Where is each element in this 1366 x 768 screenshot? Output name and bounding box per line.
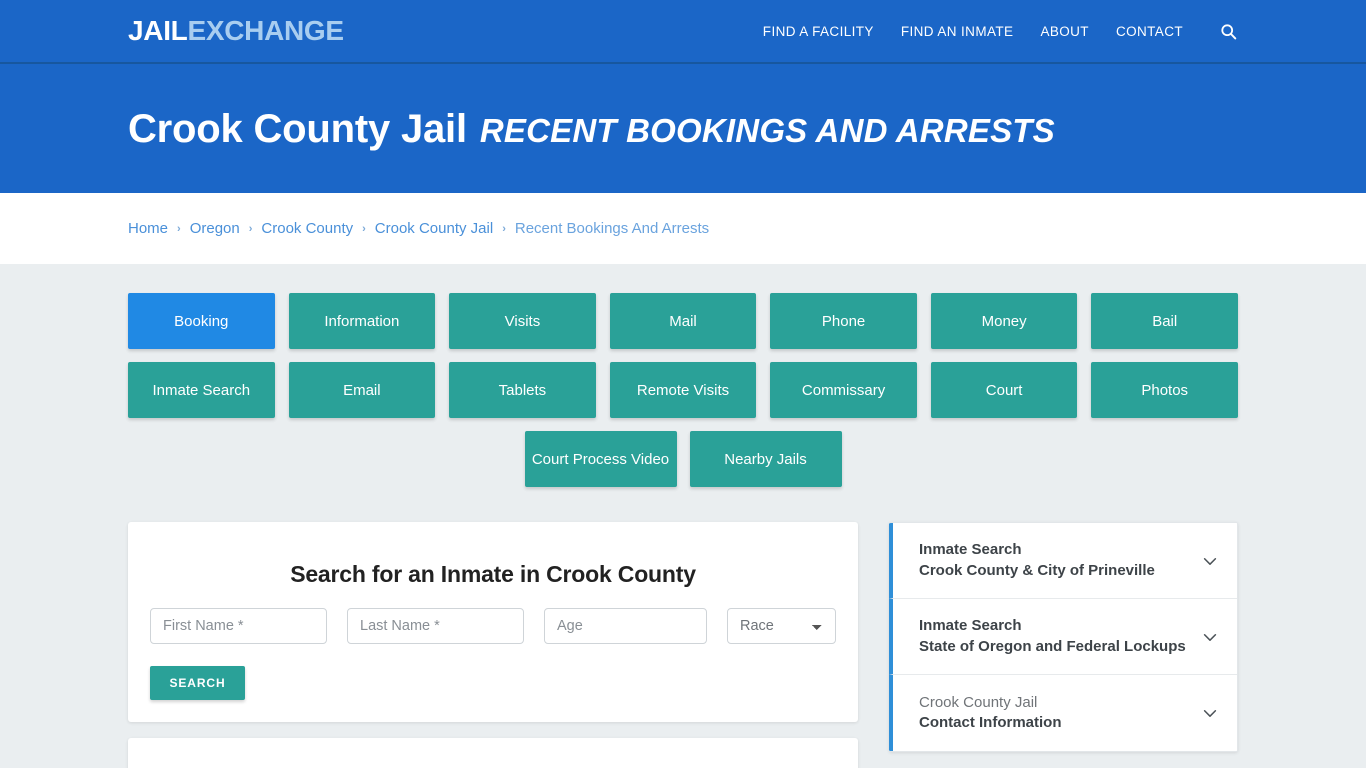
race-select[interactable]: Race [727,608,836,644]
accordion-item-line1: Inmate Search [919,541,1022,559]
breadcrumb-separator-icon: › [177,222,181,235]
tab-mail[interactable]: Mail [609,293,757,349]
accordion-item-contact-information[interactable]: Crook County Jail Contact Information [889,675,1237,751]
tab-money[interactable]: Money [930,293,1078,349]
accordion-item-line2: Crook County & City of Prineville [919,561,1155,579]
facility-section-tabs: Booking Information Visits Mail Phone Mo… [128,264,1238,418]
accordion-item-line2: Contact Information [919,714,1062,731]
chevron-down-icon[interactable] [1201,552,1219,570]
page-body: Booking Information Visits Mail Phone Mo… [0,264,1366,768]
sidebar-column: Inmate Search Crook County & City of Pri… [889,522,1238,752]
facility-section-tabs-row3: Court Process Video Nearby Jails [128,431,1238,487]
tab-court-process-video[interactable]: Court Process Video [524,431,677,487]
first-name-input[interactable] [150,608,327,644]
inmate-search-fields: Race [150,608,836,644]
page-title: Crook County Jail [128,106,467,151]
inmate-search-panel: Search for an Inmate in Crook County Rac… [128,522,858,722]
breadcrumb-separator-icon: › [362,222,366,235]
page-hero: Crook County Jail RECENT BOOKINGS AND AR… [0,64,1366,193]
breadcrumb-separator-icon: › [502,222,506,235]
breadcrumb-item-home[interactable]: Home [128,220,168,237]
tab-photos[interactable]: Photos [1091,362,1238,418]
breadcrumb-item-crook-county[interactable]: Crook County [261,220,353,237]
page-subtitle: RECENT BOOKINGS AND ARRESTS [479,111,1055,149]
breadcrumb-item-crook-county-jail[interactable]: Crook County Jail [375,220,493,237]
tab-court[interactable]: Court [930,362,1078,418]
nav-item-find-a-facility[interactable]: FIND A FACILITY [763,24,874,39]
site-logo[interactable]: JAILEXCHANGE [128,17,344,45]
breadcrumb-item-recent-bookings-and-arrests[interactable]: Recent Bookings And Arrests [515,220,709,237]
accordion-item-line1: Inmate Search [919,617,1022,635]
tab-commissary[interactable]: Commissary [770,362,917,418]
accordion-item-inmate-search-county[interactable]: Inmate Search Crook County & City of Pri… [889,523,1237,599]
chevron-down-icon[interactable] [1201,704,1219,722]
breadcrumb-item-oregon[interactable]: Oregon [190,220,240,237]
breadcrumb-separator-icon: › [248,222,253,235]
top-navigation-bar: JAILEXCHANGE FIND A FACILITY FIND AN INM… [0,0,1366,64]
content-area: Search for an Inmate in Crook County Rac… [128,522,1238,768]
nav-item-about[interactable]: ABOUT [1040,24,1089,39]
last-name-input[interactable] [347,608,524,644]
breadcrumb: Home › Oregon › Crook County › Crook Cou… [128,220,709,237]
nav-item-contact[interactable]: CONTACT [1116,24,1183,39]
search-button[interactable]: SEARCH [150,666,245,700]
primary-nav: FIND A FACILITY FIND AN INMATE ABOUT CON… [763,21,1238,41]
accordion-item-line2: State of Oregon and Federal Lockups [919,637,1186,655]
accordion-item-line1: Crook County Jail [919,693,1038,711]
tab-visits[interactable]: Visits [449,293,596,349]
nav-item-find-an-inmate[interactable]: FIND AN INMATE [901,24,1014,39]
tab-remote-visits[interactable]: Remote Visits [609,362,757,418]
tab-phone[interactable]: Phone [770,293,917,349]
tab-tablets[interactable]: Tablets [449,362,596,418]
tab-booking[interactable]: Booking [128,293,275,349]
breadcrumb-bar: Home › Oregon › Crook County › Crook Cou… [0,193,1366,264]
logo-text-secondary: EXCHANGE [187,15,344,46]
tab-nearby-jails[interactable]: Nearby Jails [689,431,842,487]
tab-information[interactable]: Information [288,293,436,349]
sidebar-accordion: Inmate Search Crook County & City of Pri… [889,522,1238,752]
logo-text-primary: JAIL [128,15,188,46]
inmate-search-heading: Search for an Inmate in Crook County [290,561,696,587]
faq-panel: Frequently Asked Questions about Crook C… [128,738,858,768]
search-icon[interactable] [1218,21,1238,41]
chevron-down-icon[interactable] [1201,628,1219,646]
accordion-item-inmate-search-state[interactable]: Inmate Search State of Oregon and Federa… [889,599,1237,675]
tab-bail[interactable]: Bail [1091,293,1238,349]
tab-email[interactable]: Email [288,362,436,418]
age-input[interactable] [544,608,707,644]
main-column: Search for an Inmate in Crook County Rac… [128,522,858,768]
tab-inmate-search[interactable]: Inmate Search [128,362,275,418]
